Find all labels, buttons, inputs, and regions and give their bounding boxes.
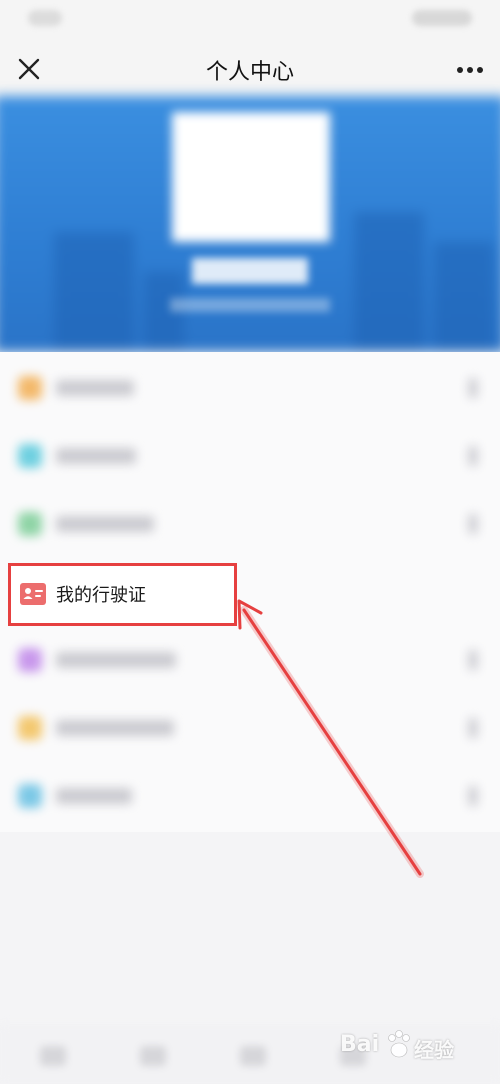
user-subtitle-placeholder: [170, 298, 330, 312]
more-dots-icon: [457, 67, 483, 73]
menu-item-icon: [18, 648, 42, 672]
menu-item[interactable]: [0, 354, 500, 422]
chevron-right-icon: [468, 718, 478, 738]
paw-logo-icon: [388, 1030, 410, 1058]
menu-item[interactable]: [0, 762, 500, 830]
more-button[interactable]: [426, 52, 484, 88]
status-indicators-placeholder: [412, 10, 472, 26]
nav-bar: 个人中心: [0, 40, 500, 100]
status-time-placeholder: [28, 10, 62, 26]
driving-license-icon: [20, 583, 46, 605]
menu-item-icon: [18, 716, 42, 740]
menu-item-icon: [18, 512, 42, 536]
close-button[interactable]: [10, 50, 50, 90]
close-icon: [18, 58, 40, 80]
chevron-right-icon: [468, 378, 478, 398]
user-name-placeholder: [192, 258, 308, 284]
menu-item-icon: [18, 376, 42, 400]
menu-item-icon: [18, 784, 42, 808]
watermark-brand-text: Bai: [340, 1032, 380, 1057]
chevron-right-icon: [468, 650, 478, 670]
status-bar: [0, 0, 500, 40]
chevron-right-icon: [468, 786, 478, 806]
menu-item-my-driving-license[interactable]: 我的行驶证: [8, 563, 237, 626]
avatar[interactable]: [172, 112, 330, 242]
menu-item[interactable]: [0, 694, 500, 762]
watermark-jingyan-text: 经验: [414, 1038, 454, 1062]
baidu-jingyan-watermark: Bai 经验: [340, 1028, 480, 1068]
chevron-right-icon: [468, 446, 478, 466]
menu-item-icon: [18, 444, 42, 468]
menu-item-label: 我的行驶证: [56, 585, 146, 606]
menu-item[interactable]: [0, 490, 500, 558]
chevron-right-icon: [468, 514, 478, 534]
page-title: 个人中心: [205, 60, 294, 85]
menu-item[interactable]: [0, 422, 500, 490]
menu-item[interactable]: [0, 626, 500, 694]
